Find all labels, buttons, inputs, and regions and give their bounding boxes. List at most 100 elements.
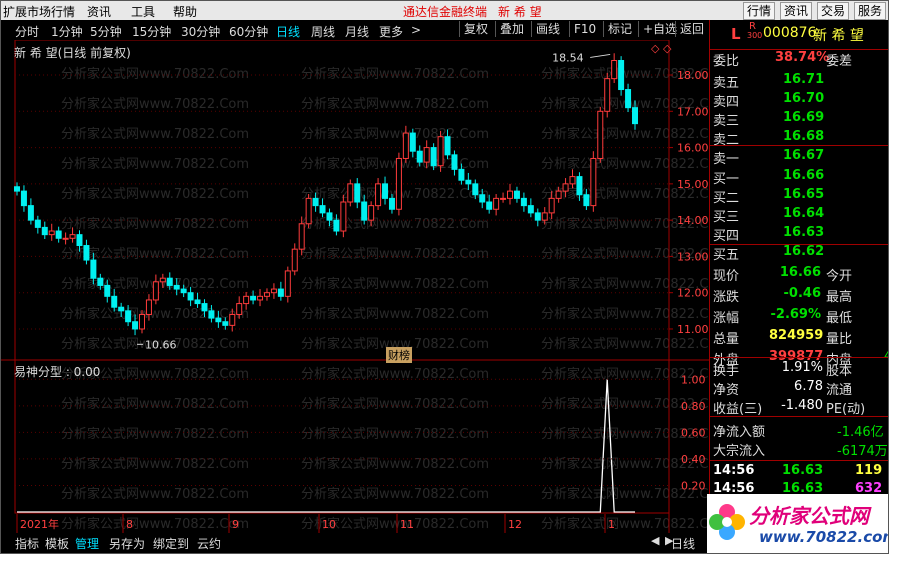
buy-level-label: 买四: [713, 229, 740, 244]
tab-cloud[interactable]: 云约: [197, 535, 221, 552]
top-quote-button[interactable]: 行情: [743, 2, 776, 20]
menu-help[interactable]: 帮助: [173, 3, 197, 20]
candle-body: [611, 60, 618, 80]
candle-body: [548, 197, 555, 214]
scroll-right-icon[interactable]: ▶: [665, 534, 673, 547]
tab-bind-to[interactable]: 绑定到: [153, 535, 189, 552]
candle-body: [458, 168, 465, 181]
candle-body: [34, 219, 41, 228]
tick-volume: 119: [855, 463, 883, 478]
period-tab-monthly[interactable]: 月线: [345, 23, 369, 40]
sell-level-price: 16.69: [783, 110, 825, 125]
watermark-text: 分析家公式网www.70822.Com: [541, 306, 709, 322]
period-toolbar: 分时 1分钟 5分钟 15分钟 30分钟 60分钟 日线 周线 月线 更多 > …: [1, 20, 709, 40]
period-tab-more[interactable]: 更多: [379, 23, 403, 40]
candle-body: [145, 299, 152, 315]
stat-row: 涨幅 -2.69% 最低: [709, 307, 888, 326]
candle-body: [125, 310, 132, 323]
adjust-price-button[interactable]: 复权: [459, 21, 492, 37]
candle-body: [291, 248, 298, 272]
draw-line-button[interactable]: 画线: [531, 21, 564, 37]
candle-body: [243, 295, 250, 305]
overlay-button[interactable]: 叠加: [495, 21, 528, 37]
candle-body: [222, 321, 229, 326]
price-tick-label: 18.00: [677, 69, 709, 82]
indicator-tick-label: 0.20: [681, 479, 706, 492]
watermark-text: 分析家公式网www.70822.Com: [541, 516, 709, 532]
stat2-label: 换手: [713, 364, 740, 379]
period-tab-5min[interactable]: 5分钟: [90, 23, 122, 40]
candle-body: [632, 107, 638, 125]
high-price-annotation: 18.54: [552, 51, 584, 64]
f10-button[interactable]: F10: [569, 21, 600, 37]
app-title: 通达信金融终端: [403, 5, 488, 19]
time-tick-label: 8: [126, 518, 133, 531]
chart-area[interactable]: 分析家公式网www.70822.Com 分析家公式网www.70822.Com 分析…: [1, 40, 709, 533]
menu-tools[interactable]: 工具: [131, 3, 155, 20]
stock-name: 新 希 望: [813, 28, 864, 44]
flow-label: 大宗流入: [713, 444, 766, 459]
mark-button[interactable]: 标记: [603, 21, 636, 37]
chart-title: 新 希 望(日线 前复权): [14, 46, 131, 60]
candle-body: [187, 292, 194, 301]
watermark-text: 分析家公式网www.70822.Com: [61, 156, 249, 172]
finance-badge[interactable]: 财榜: [386, 347, 412, 363]
weicha-label: 委差: [826, 54, 853, 69]
sell-level-price: 16.70: [783, 91, 825, 106]
indicator-tick-label: 1.00: [681, 373, 706, 386]
period-tab-15min[interactable]: 15分钟: [132, 23, 171, 40]
candle-body: [76, 234, 83, 247]
candle-body: [236, 303, 243, 315]
stat2-label-2: PE(动): [826, 402, 866, 417]
candle-body: [173, 284, 180, 290]
period-more-arrow-icon[interactable]: >: [411, 23, 421, 37]
candle-body: [180, 288, 187, 294]
candle-body: [479, 194, 486, 203]
watermark-text: 分析家公式网www.70822.Com: [541, 126, 709, 142]
tab-manage[interactable]: 管理: [75, 535, 99, 552]
price-tick-label: 14.00: [677, 214, 709, 227]
stat-value: 16.66: [779, 265, 821, 280]
watermark-text: 分析家公式网www.70822.Com: [61, 516, 249, 532]
top-info-button[interactable]: 资讯: [780, 2, 813, 20]
period-tab-30min[interactable]: 30分钟: [181, 23, 220, 40]
top-service-button[interactable]: 服务: [854, 2, 887, 20]
candle-body: [138, 313, 145, 330]
sell-level-price: 16.71: [783, 72, 825, 87]
candle-body: [27, 205, 34, 221]
flower-logo-icon: [709, 504, 745, 540]
period-tab-1min[interactable]: 1分钟: [51, 23, 83, 40]
stat2-label-2: 流通: [826, 383, 853, 398]
top-trade-button[interactable]: 交易: [817, 2, 850, 20]
menu-info[interactable]: 资讯: [87, 3, 111, 20]
candle-body: [507, 190, 514, 199]
time-tick-label: 9: [232, 518, 239, 531]
price-tick-label: 16.00: [677, 142, 709, 155]
watermark-text: 分析家公式网www.70822.Com: [301, 126, 489, 142]
period-tab-60min[interactable]: 60分钟: [229, 23, 268, 40]
stat2-value: 1.91%: [781, 360, 823, 375]
stat2-label: 收益(三): [713, 402, 763, 417]
buy-level-price: 16.62: [783, 244, 825, 259]
watermark-text: 分析家公式网www.70822.Com: [301, 246, 489, 262]
time-tick-label: 10: [322, 518, 336, 531]
stat-label: 现价: [713, 269, 740, 284]
scroll-left-icon[interactable]: ◀: [651, 534, 659, 547]
menu-ext-market[interactable]: 扩展市场行情: [3, 3, 75, 20]
candle-body: [395, 157, 402, 210]
candle-body: [347, 183, 354, 203]
candle-body: [263, 292, 270, 297]
period-tab-daily[interactable]: 日线: [276, 23, 300, 40]
stat-label-2: 量比: [826, 332, 853, 347]
candle-body: [409, 132, 416, 152]
tab-template[interactable]: 模板: [45, 535, 69, 552]
tab-indicator[interactable]: 指标: [15, 535, 39, 552]
tab-save-as[interactable]: 另存为: [109, 535, 145, 552]
period-tab-weekly[interactable]: 周线: [311, 23, 335, 40]
candle-body: [513, 190, 520, 199]
stat-label: 涨幅: [713, 311, 740, 326]
candle-body: [14, 186, 20, 192]
period-tab-timeshare[interactable]: 分时: [15, 23, 39, 40]
candle-body: [312, 197, 319, 207]
back-button[interactable]: 返回: [675, 21, 708, 37]
